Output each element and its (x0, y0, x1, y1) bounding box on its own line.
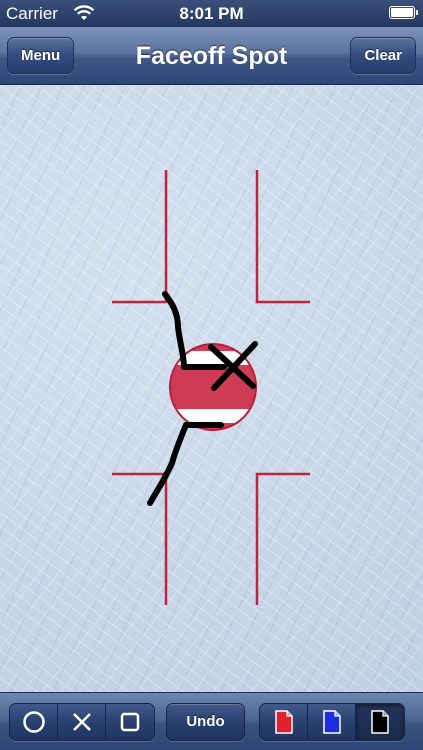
x-tool-icon (72, 713, 91, 731)
red-pen-button[interactable] (260, 704, 308, 740)
drawing-canvas[interactable] (0, 85, 423, 692)
black-pen-icon (371, 710, 389, 734)
battery-icon (389, 6, 418, 19)
x-tool-button[interactable] (58, 704, 106, 740)
undo-button[interactable]: Undo (166, 703, 245, 741)
shape-tool-selector (9, 703, 155, 741)
blue-pen-button[interactable] (308, 704, 356, 740)
stroke-lower (147, 422, 224, 506)
hash-top-right (255, 170, 310, 304)
menu-button[interactable]: Menu (7, 37, 75, 74)
clear-button[interactable]: Clear (350, 37, 416, 74)
hash-bottom-right (255, 472, 310, 605)
black-pen-button[interactable] (356, 704, 404, 740)
circle-tool-button[interactable] (10, 704, 58, 740)
navigation-bar: Faceoff Spot Menu Clear (0, 27, 423, 85)
blue-pen-icon (322, 710, 341, 734)
square-tool-icon (120, 712, 140, 732)
bottom-toolbar: Undo (0, 692, 423, 750)
square-tool-button[interactable] (106, 704, 154, 740)
status-bar: Carrier 8:01 PM (0, 0, 423, 27)
rink-drawing (112, 170, 310, 605)
hash-top-left (112, 170, 168, 304)
status-time: 8:01 PM (179, 4, 244, 23)
color-selector (259, 703, 405, 741)
red-pen-icon (274, 710, 293, 734)
circle-tool-icon (22, 711, 45, 733)
